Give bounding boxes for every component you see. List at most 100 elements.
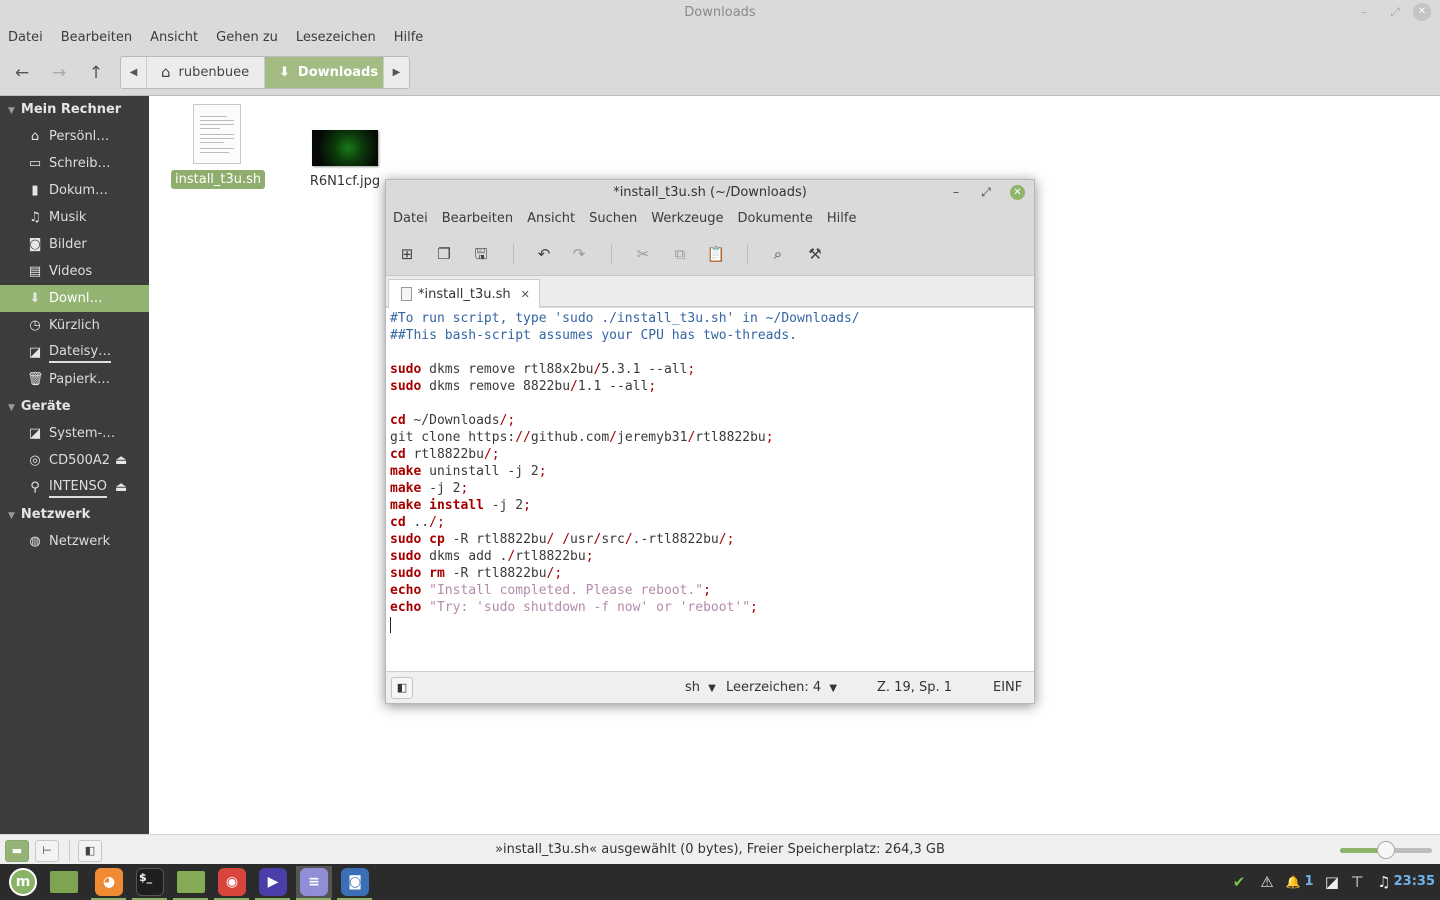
file-item[interactable]: R6N1cf.jpg	[299, 104, 391, 191]
zoom-slider-knob[interactable]	[1377, 841, 1395, 859]
warning-icon[interactable]: ⚠	[1257, 864, 1277, 900]
network-icon[interactable]: ⊤	[1347, 864, 1367, 900]
expander-icon[interactable]: ▼	[8, 403, 15, 413]
editor-menu-item-bearbeiten[interactable]: Bearbeiten	[442, 206, 513, 232]
pathbar-right-arrow[interactable]: ▶	[383, 57, 409, 88]
expander-icon[interactable]: ▼	[8, 106, 15, 116]
find-replace-icon[interactable]: ⚒	[803, 243, 827, 265]
code-token: rtl8822bu	[695, 430, 766, 445]
indent-selector[interactable]: Leerzeichen: 4 ▼	[726, 672, 837, 705]
sidebar-item-musik[interactable]: ♫ Musik	[0, 204, 149, 231]
cut-icon[interactable]: ✂	[631, 243, 655, 265]
taskbar-app-screenshot[interactable]: ◙	[337, 866, 373, 900]
forward-button[interactable]: →	[44, 58, 74, 88]
sidebar-item-bilder[interactable]: ◙ Bilder	[0, 231, 149, 258]
code-token: .-rtl8822bu	[632, 532, 719, 547]
taskbar-app-chrome[interactable]: ◉	[214, 866, 250, 900]
drive-icon[interactable]: ◪	[1322, 864, 1342, 900]
code-line: make uninstall -j 2;	[390, 463, 1030, 480]
menu-item-hilfe[interactable]: Hilfe	[394, 26, 424, 50]
editor-close-button[interactable]: ✕	[1010, 185, 1025, 200]
maximize-button[interactable]: ⤢	[1383, 0, 1407, 26]
editor-menu-item-ansicht[interactable]: Ansicht	[527, 206, 575, 232]
editor-menu-item-suchen[interactable]: Suchen	[589, 206, 637, 232]
image-thumbnail	[312, 130, 378, 166]
code-token: rtl8822bu	[405, 447, 484, 462]
close-button[interactable]: ✕	[1413, 3, 1431, 21]
minimize-button[interactable]: –	[1352, 0, 1376, 26]
pathbar-segment-home[interactable]: ⌂ rubenbuee	[147, 57, 265, 88]
sidebar-item-intenso[interactable]: ⚲ INTENSO ⏏	[0, 474, 149, 501]
sidebar-section-title: Geräte	[20, 399, 71, 414]
language-selector[interactable]: sh ▼	[685, 672, 716, 705]
insert-mode[interactable]: EINF	[993, 672, 1022, 704]
pathbar-left-arrow[interactable]: ◀	[121, 57, 147, 88]
up-button[interactable]: ↑	[81, 58, 111, 88]
tab-install-t3u[interactable]: *install_t3u.sh ✕	[388, 279, 540, 308]
clock[interactable]: 23:35	[1394, 864, 1435, 900]
redo-icon[interactable]: ↷	[567, 243, 591, 265]
menu-item-ansicht[interactable]: Ansicht	[150, 26, 198, 50]
sidebar-item-label: Downl…	[49, 291, 103, 306]
sidebar-item-dateisy[interactable]: ◪ Dateisy…	[0, 339, 149, 366]
sidebar-item-system[interactable]: ◪ System-…	[0, 420, 149, 447]
update-manager-icon[interactable]: ✔	[1228, 864, 1250, 900]
sidebar-item-papierk[interactable]: 🗑 Papierk…	[0, 366, 149, 393]
pathbar: ◀ ⌂ rubenbuee ⬇ Downloads ▶	[120, 56, 410, 89]
taskbar-app-show-desktop[interactable]	[46, 866, 82, 898]
taskbar-app-media-player[interactable]: ▶	[255, 866, 291, 900]
new-document-icon[interactable]: ⊞	[395, 243, 419, 265]
file-name: R6N1cf.jpg	[309, 174, 381, 189]
editor-menu-item-hilfe[interactable]: Hilfe	[827, 206, 857, 232]
sound-icon[interactable]: ♫	[1374, 864, 1394, 900]
eject-icon[interactable]: ⏏	[115, 474, 127, 501]
sidebar-item-dokum[interactable]: ▮ Dokum…	[0, 177, 149, 204]
editor-menu-item-werkzeuge[interactable]: Werkzeuge	[651, 206, 723, 232]
open-document-icon[interactable]: ❐	[432, 243, 456, 265]
sidebar-item-videos[interactable]: ▤ Videos	[0, 258, 149, 285]
zoom-slider[interactable]	[1340, 841, 1432, 859]
sidebar-section-header[interactable]: ▼ Netzwerk	[0, 501, 149, 528]
fm-statusbar: ▬ ⊢ ◧ »install_t3u.sh« ausgewählt (0 byt…	[0, 834, 1440, 864]
code-token: jeremyb31	[617, 430, 688, 445]
menu-item-bearbeiten[interactable]: Bearbeiten	[61, 26, 132, 50]
editor-window-title: *install_t3u.sh (~/Downloads)	[613, 185, 807, 200]
code-editor[interactable]: #To run script, type 'sudo ./install_t3u…	[386, 308, 1034, 672]
sidebar-item-schreib[interactable]: ▭ Schreib…	[0, 150, 149, 177]
sidebar-item-cd500a2[interactable]: ◎ CD500A2 ⏏	[0, 447, 149, 474]
sidebar-item-kürzlich[interactable]: ◷ Kürzlich	[0, 312, 149, 339]
menu-item-datei[interactable]: Datei	[8, 26, 43, 50]
sidebar-item-netzwerk[interactable]: ◍ Netzwerk	[0, 528, 149, 555]
code-token: 1.1 --all	[577, 379, 649, 394]
taskbar-app-files[interactable]	[173, 866, 209, 900]
editor-menu-item-dokumente[interactable]: Dokumente	[738, 206, 813, 232]
notifications-icon[interactable]: 🔔	[1284, 864, 1302, 900]
eject-icon[interactable]: ⏏	[115, 447, 127, 474]
editor-maximize-button[interactable]: ⤢	[976, 180, 996, 206]
side-panel-button[interactable]: ◧	[391, 677, 413, 699]
editor-menu-item-datei[interactable]: Datei	[393, 206, 428, 232]
taskbar-app-menu[interactable]: m	[5, 866, 41, 898]
undo-icon[interactable]: ↶	[532, 243, 556, 265]
pathbar-segment-downloads[interactable]: ⬇ Downloads	[265, 57, 383, 88]
taskbar-app-firefox[interactable]: ◕	[91, 866, 127, 900]
save-icon[interactable]: 🖫	[469, 243, 493, 265]
code-token: ;	[703, 583, 711, 598]
file-item[interactable]: install_t3u.sh	[171, 104, 266, 189]
expander-icon[interactable]: ▼	[8, 511, 15, 521]
sidebar-section-header[interactable]: ▼ Geräte	[0, 393, 149, 420]
taskbar-app-text-editor[interactable]: ≡	[296, 866, 332, 900]
code-token: /	[570, 379, 578, 394]
copy-icon[interactable]: ⧉	[668, 243, 692, 265]
paste-icon[interactable]: 📋	[704, 243, 728, 265]
sidebar-item-persönl[interactable]: ⌂ Persönl…	[0, 123, 149, 150]
find-icon[interactable]: ⌕	[766, 243, 790, 265]
taskbar-app-terminal[interactable]: $_	[132, 866, 168, 900]
editor-minimize-button[interactable]: –	[946, 180, 966, 206]
back-button[interactable]: ←	[7, 58, 37, 88]
sidebar-item-downl[interactable]: ⬇ Downl…	[0, 285, 149, 312]
sidebar-section-header[interactable]: ▼ Mein Rechner	[0, 96, 149, 123]
menu-item-lesezeichen[interactable]: Lesezeichen	[296, 26, 376, 50]
tab-close-icon[interactable]: ✕	[521, 288, 530, 301]
menu-item-gehen-zu[interactable]: Gehen zu	[216, 26, 278, 50]
